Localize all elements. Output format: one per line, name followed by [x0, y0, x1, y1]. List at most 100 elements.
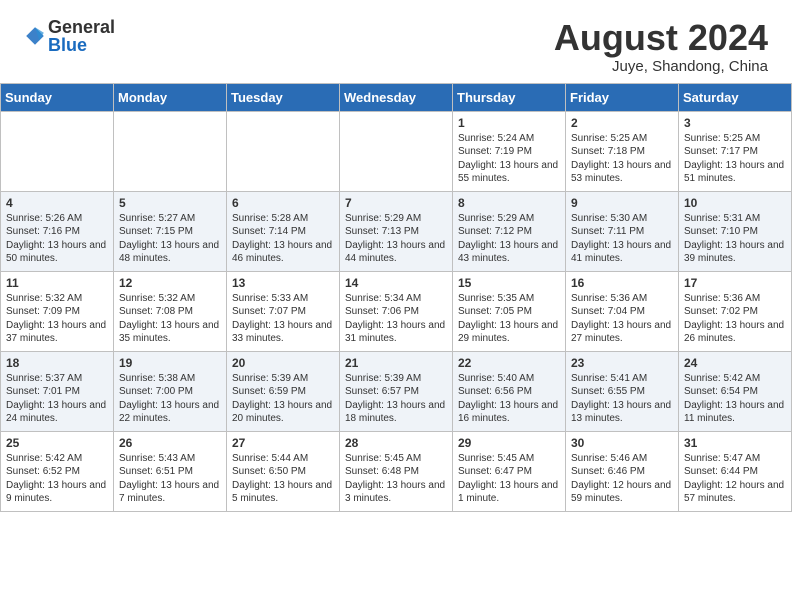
calendar-day-12: 12 Sunrise: 5:32 AM Sunset: 7:08 PM Dayli… [114, 271, 227, 351]
weekday-header-saturday: Saturday [679, 83, 792, 111]
day-number: 31 [684, 436, 786, 450]
month-year-title: August 2024 [554, 18, 768, 58]
calendar-day-26: 26 Sunrise: 5:43 AM Sunset: 6:51 PM Dayli… [114, 431, 227, 511]
day-number: 28 [345, 436, 447, 450]
weekday-header-sunday: Sunday [1, 83, 114, 111]
day-detail: Sunrise: 5:33 AM Sunset: 7:07 PM Dayligh… [232, 292, 334, 346]
day-number: 13 [232, 276, 334, 290]
day-detail: Sunrise: 5:34 AM Sunset: 7:06 PM Dayligh… [345, 292, 447, 346]
day-number: 26 [119, 436, 221, 450]
weekday-header-friday: Friday [566, 83, 679, 111]
day-detail: Sunrise: 5:41 AM Sunset: 6:55 PM Dayligh… [571, 372, 673, 426]
day-number: 23 [571, 356, 673, 370]
day-number: 2 [571, 116, 673, 130]
day-number: 6 [232, 196, 334, 210]
day-detail: Sunrise: 5:35 AM Sunset: 7:05 PM Dayligh… [458, 292, 560, 346]
day-detail: Sunrise: 5:25 AM Sunset: 7:18 PM Dayligh… [571, 132, 673, 186]
day-detail: Sunrise: 5:24 AM Sunset: 7:19 PM Dayligh… [458, 132, 560, 186]
calendar-week-row: 18Sunrise: 5:37 AM Sunset: 7:01 PM Dayli… [1, 351, 792, 431]
calendar-day-22: 22Sunrise: 5:40 AM Sunset: 6:56 PM Dayli… [453, 351, 566, 431]
day-number: 12 [119, 276, 221, 290]
calendar-day-27: 27 Sunrise: 5:44 AM Sunset: 6:50 PM Dayli… [227, 431, 340, 511]
day-number: 15 [458, 276, 560, 290]
calendar-day-21: 21Sunrise: 5:39 AM Sunset: 6:57 PM Dayli… [340, 351, 453, 431]
calendar-empty-cell [1, 111, 114, 191]
location-subtitle: Juye, Shandong, China [554, 58, 768, 75]
day-detail: Sunrise: 5:36 AM Sunset: 7:02 PM Dayligh… [684, 292, 786, 346]
day-number: 22 [458, 356, 560, 370]
calendar-day-20: 20Sunrise: 5:39 AM Sunset: 6:59 PM Dayli… [227, 351, 340, 431]
calendar-container: SundayMondayTuesdayWednesdayThursdayFrid… [0, 83, 792, 512]
day-detail: Sunrise: 5:29 AM Sunset: 7:12 PM Dayligh… [458, 212, 560, 266]
day-number: 19 [119, 356, 221, 370]
calendar-day-9: 9Sunrise: 5:30 AM Sunset: 7:11 PM Daylig… [566, 191, 679, 271]
day-detail: Sunrise: 5:30 AM Sunset: 7:11 PM Dayligh… [571, 212, 673, 266]
day-detail: Sunrise: 5:38 AM Sunset: 7:00 PM Dayligh… [119, 372, 221, 426]
day-detail: Sunrise: 5:29 AM Sunset: 7:13 PM Dayligh… [345, 212, 447, 266]
day-detail: Sunrise: 5:39 AM Sunset: 6:59 PM Dayligh… [232, 372, 334, 426]
day-number: 27 [232, 436, 334, 450]
day-number: 10 [684, 196, 786, 210]
calendar-day-13: 13 Sunrise: 5:33 AM Sunset: 7:07 PM Dayli… [227, 271, 340, 351]
calendar-week-row: 11 Sunrise: 5:32 AM Sunset: 7:09 PM Dayli… [1, 271, 792, 351]
calendar-day-31: 31 Sunrise: 5:47 AM Sunset: 6:44 PM Dayli… [679, 431, 792, 511]
logo-general: General [48, 18, 115, 36]
day-number: 3 [684, 116, 786, 130]
page-header: General Blue August 2024 Juye, Shandong,… [0, 0, 792, 83]
calendar-week-row: 1Sunrise: 5:24 AM Sunset: 7:19 PM Daylig… [1, 111, 792, 191]
calendar-empty-cell [227, 111, 340, 191]
calendar-table: SundayMondayTuesdayWednesdayThursdayFrid… [0, 83, 792, 512]
calendar-day-2: 2 Sunrise: 5:25 AM Sunset: 7:18 PM Daylig… [566, 111, 679, 191]
calendar-day-14: 14 Sunrise: 5:34 AM Sunset: 7:06 PM Dayli… [340, 271, 453, 351]
calendar-day-24: 24 Sunrise: 5:42 AM Sunset: 6:54 PM Dayli… [679, 351, 792, 431]
day-number: 4 [6, 196, 108, 210]
calendar-day-23: 23 Sunrise: 5:41 AM Sunset: 6:55 PM Dayli… [566, 351, 679, 431]
day-number: 25 [6, 436, 108, 450]
day-number: 24 [684, 356, 786, 370]
day-number: 14 [345, 276, 447, 290]
calendar-day-17: 17 Sunrise: 5:36 AM Sunset: 7:02 PM Dayli… [679, 271, 792, 351]
day-detail: Sunrise: 5:28 AM Sunset: 7:14 PM Dayligh… [232, 212, 334, 266]
day-number: 30 [571, 436, 673, 450]
calendar-day-18: 18Sunrise: 5:37 AM Sunset: 7:01 PM Dayli… [1, 351, 114, 431]
day-number: 5 [119, 196, 221, 210]
weekday-header-thursday: Thursday [453, 83, 566, 111]
day-number: 21 [345, 356, 447, 370]
calendar-day-5: 5Sunrise: 5:27 AM Sunset: 7:15 PM Daylig… [114, 191, 227, 271]
calendar-empty-cell [114, 111, 227, 191]
day-detail: Sunrise: 5:32 AM Sunset: 7:08 PM Dayligh… [119, 292, 221, 346]
day-detail: Sunrise: 5:44 AM Sunset: 6:50 PM Dayligh… [232, 452, 334, 506]
logo-blue: Blue [48, 36, 115, 54]
calendar-day-19: 19 Sunrise: 5:38 AM Sunset: 7:00 PM Dayli… [114, 351, 227, 431]
weekday-header-tuesday: Tuesday [227, 83, 340, 111]
calendar-day-1: 1Sunrise: 5:24 AM Sunset: 7:19 PM Daylig… [453, 111, 566, 191]
day-detail: Sunrise: 5:43 AM Sunset: 6:51 PM Dayligh… [119, 452, 221, 506]
day-detail: Sunrise: 5:42 AM Sunset: 6:54 PM Dayligh… [684, 372, 786, 426]
calendar-day-25: 25 Sunrise: 5:42 AM Sunset: 6:52 PM Dayli… [1, 431, 114, 511]
day-detail: Sunrise: 5:45 AM Sunset: 6:47 PM Dayligh… [458, 452, 560, 506]
day-detail: Sunrise: 5:42 AM Sunset: 6:52 PM Dayligh… [6, 452, 108, 506]
calendar-day-16: 16 Sunrise: 5:36 AM Sunset: 7:04 PM Dayli… [566, 271, 679, 351]
calendar-week-row: 4Sunrise: 5:26 AM Sunset: 7:16 PM Daylig… [1, 191, 792, 271]
day-detail: Sunrise: 5:47 AM Sunset: 6:44 PM Dayligh… [684, 452, 786, 506]
calendar-day-6: 6 Sunrise: 5:28 AM Sunset: 7:14 PM Daylig… [227, 191, 340, 271]
calendar-day-30: 30Sunrise: 5:46 AM Sunset: 6:46 PM Dayli… [566, 431, 679, 511]
day-detail: Sunrise: 5:32 AM Sunset: 7:09 PM Dayligh… [6, 292, 108, 346]
day-number: 18 [6, 356, 108, 370]
calendar-day-28: 28Sunrise: 5:45 AM Sunset: 6:48 PM Dayli… [340, 431, 453, 511]
day-number: 17 [684, 276, 786, 290]
calendar-day-8: 8Sunrise: 5:29 AM Sunset: 7:12 PM Daylig… [453, 191, 566, 271]
day-number: 11 [6, 276, 108, 290]
title-block: August 2024 Juye, Shandong, China [554, 18, 768, 75]
day-detail: Sunrise: 5:25 AM Sunset: 7:17 PM Dayligh… [684, 132, 786, 186]
day-number: 7 [345, 196, 447, 210]
day-number: 16 [571, 276, 673, 290]
day-detail: Sunrise: 5:31 AM Sunset: 7:10 PM Dayligh… [684, 212, 786, 266]
logo: General Blue [24, 18, 115, 54]
weekday-header-row: SundayMondayTuesdayWednesdayThursdayFrid… [1, 83, 792, 111]
calendar-empty-cell [340, 111, 453, 191]
calendar-day-11: 11 Sunrise: 5:32 AM Sunset: 7:09 PM Dayli… [1, 271, 114, 351]
logo-icon [24, 25, 46, 47]
day-detail: Sunrise: 5:36 AM Sunset: 7:04 PM Dayligh… [571, 292, 673, 346]
logo-text: General Blue [48, 18, 115, 54]
